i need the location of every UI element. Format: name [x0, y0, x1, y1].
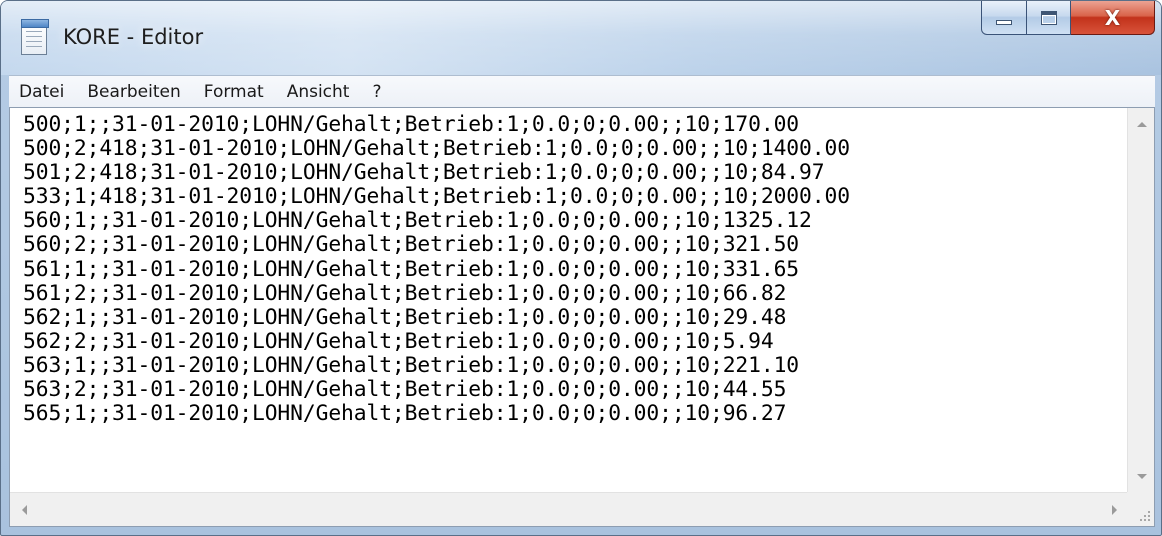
menu-bearbeiten[interactable]: Bearbeiten — [87, 82, 180, 102]
text-line: 500;2;418;31-01-2010;LOHN/Gehalt;Betrieb… — [23, 136, 850, 162]
editor-window: KORE - Editor X Datei Bearbeiten Format … — [0, 0, 1162, 536]
minimize-icon — [996, 20, 1012, 25]
close-button[interactable]: X — [1071, 1, 1155, 35]
vertical-scrollbar[interactable] — [1127, 108, 1154, 493]
text-line: 501;2;418;31-01-2010;LOHN/Gehalt;Betrieb… — [23, 160, 825, 186]
text-line: 562;1;;31-01-2010;LOHN/Gehalt;Betrieb:1;… — [23, 304, 787, 330]
text-line: 533;1;418;31-01-2010;LOHN/Gehalt;Betrieb… — [23, 184, 850, 210]
text-line: 560;1;;31-01-2010;LOHN/Gehalt;Betrieb:1;… — [23, 208, 812, 234]
maximize-button[interactable] — [1027, 1, 1071, 35]
scroll-right-icon[interactable] — [1112, 505, 1117, 515]
text-line: 562;2;;31-01-2010;LOHN/Gehalt;Betrieb:1;… — [23, 328, 774, 354]
horizontal-scrollbar[interactable] — [10, 492, 1127, 526]
window-title: KORE - Editor — [63, 25, 204, 49]
text-line: 561;1;;31-01-2010;LOHN/Gehalt;Betrieb:1;… — [23, 256, 800, 282]
maximize-icon — [1040, 10, 1057, 25]
title-bar[interactable]: KORE - Editor X — [1, 1, 1161, 75]
text-line: 560;2;;31-01-2010;LOHN/Gehalt;Betrieb:1;… — [23, 232, 800, 258]
minimize-button[interactable] — [981, 1, 1027, 35]
text-line: 563;1;;31-01-2010;LOHN/Gehalt;Betrieb:1;… — [23, 352, 800, 378]
close-icon: X — [1104, 5, 1121, 30]
resize-grip-icon[interactable] — [1127, 492, 1154, 526]
scroll-up-icon[interactable] — [1137, 122, 1147, 127]
text-line: 563;2;;31-01-2010;LOHN/Gehalt;Betrieb:1;… — [23, 377, 787, 403]
text-line: 561;2;;31-01-2010;LOHN/Gehalt;Betrieb:1;… — [23, 280, 787, 306]
scroll-down-icon[interactable] — [1137, 474, 1147, 479]
text-area[interactable]: 500;1;;31-01-2010;LOHN/Gehalt;Betrieb:1;… — [10, 108, 1127, 493]
menu-ansicht[interactable]: Ansicht — [287, 82, 350, 102]
menu-format[interactable]: Format — [204, 82, 264, 102]
caption-buttons: X — [981, 1, 1155, 35]
text-line: 500;1;;31-01-2010;LOHN/Gehalt;Betrieb:1;… — [23, 112, 800, 137]
text-line: 565;1;;31-01-2010;LOHN/Gehalt;Betrieb:1;… — [23, 401, 787, 427]
editor-frame: 500;1;;31-01-2010;LOHN/Gehalt;Betrieb:1;… — [9, 107, 1155, 527]
menu-help[interactable]: ? — [372, 82, 381, 102]
notepad-icon[interactable] — [21, 19, 49, 55]
menu-datei[interactable]: Datei — [19, 82, 64, 102]
menu-bar: Datei Bearbeiten Format Ansicht ? — [9, 75, 1155, 107]
scroll-left-icon[interactable] — [22, 505, 27, 515]
